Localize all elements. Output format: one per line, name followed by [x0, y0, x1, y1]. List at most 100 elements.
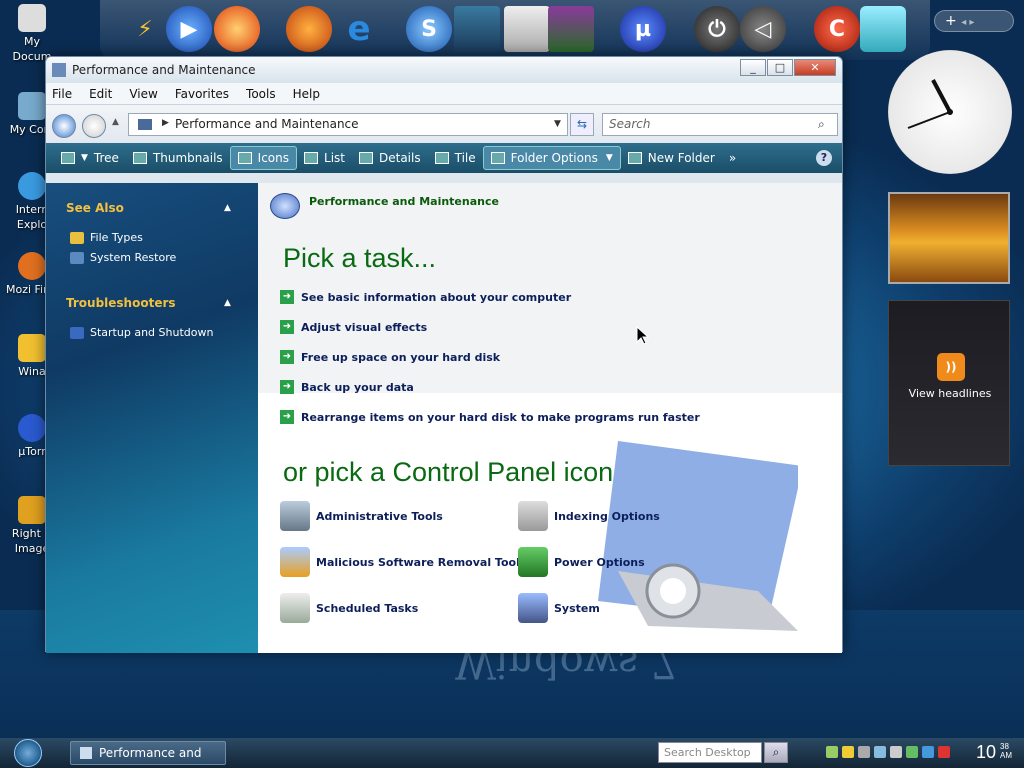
dropdown-icon[interactable]: ▼ [81, 153, 88, 163]
view-headlines-label[interactable]: View headlines [889, 387, 1011, 400]
desktop-search-button[interactable]: ⌕ [764, 742, 788, 763]
desktop-icon-documents[interactable]: My Docum [4, 4, 60, 64]
tree-button[interactable]: ▼ Tree [54, 146, 126, 170]
refresh-button[interactable]: ⇆ [570, 113, 594, 136]
recycle-bin-icon[interactable] [860, 6, 906, 52]
details-button[interactable]: Details [352, 146, 428, 170]
menu-tools[interactable]: Tools [246, 87, 276, 101]
utorrent-icon[interactable]: µ [620, 6, 666, 52]
task-link[interactable]: ➜ Back up your data [280, 380, 414, 394]
window-icon [52, 63, 66, 77]
taskbar-window-button[interactable]: Performance and Ma... [70, 741, 226, 765]
dock-bar: ⚡ ▶ e S µ ⏻ ◁ C [100, 0, 930, 60]
tray-skype-icon[interactable] [922, 746, 934, 758]
menu-favorites[interactable]: Favorites [175, 87, 229, 101]
computer-icon [18, 92, 46, 120]
malware-removal-icon [280, 547, 310, 577]
menu-bar: File Edit View Favorites Tools Help [46, 83, 842, 105]
see-also-file-types[interactable]: File Types [70, 231, 143, 244]
tray-volume-icon[interactable] [890, 746, 902, 758]
menu-edit[interactable]: Edit [89, 87, 112, 101]
address-dropdown-icon[interactable]: ▼ [554, 119, 561, 129]
task-link[interactable]: ➜ Adjust visual effects [280, 320, 427, 334]
forward-button[interactable] [82, 114, 106, 138]
cp-indexing-options[interactable]: Indexing Options [518, 501, 660, 531]
notepad-icon[interactable] [504, 6, 550, 52]
lightning-icon[interactable]: ⚡ [122, 6, 168, 52]
firefox-icon[interactable] [286, 6, 332, 52]
tile-button[interactable]: Tile [428, 146, 483, 170]
internet-explorer-icon[interactable]: e [336, 6, 382, 52]
menu-view[interactable]: View [129, 87, 157, 101]
icons-button[interactable]: Icons [229, 146, 298, 170]
mouse-cursor-icon [636, 326, 650, 345]
folder-options-button[interactable]: Folder Options ▼ [482, 146, 621, 170]
thumbnails-button[interactable]: Thumbnails [126, 146, 230, 170]
burn-icon[interactable] [214, 6, 260, 52]
tray-search-icon[interactable] [858, 746, 870, 758]
dropdown-icon[interactable]: ▼ [606, 153, 613, 163]
menu-help[interactable]: Help [293, 87, 320, 101]
title-bar[interactable]: Performance and Maintenance _ □ ✕ [46, 57, 842, 83]
cp-system[interactable]: System [518, 593, 600, 623]
category-title: Performance and Maintenance [309, 195, 499, 208]
arrow-icon: ➜ [280, 350, 294, 364]
taskbar: Performance and Ma... Search Desktop ⌕ 1… [0, 738, 1024, 768]
breadcrumb-arrow-icon[interactable]: ▶ [162, 118, 169, 128]
cp-malicious-software-tool[interactable]: Malicious Software Removal Tool [280, 547, 520, 577]
add-gadget-icon[interactable]: + [945, 13, 957, 29]
tray-network-icon[interactable] [826, 746, 838, 758]
new-folder-button[interactable]: New Folder [621, 146, 722, 170]
tree-icon [61, 152, 75, 164]
scheduled-tasks-icon [280, 593, 310, 623]
troubleshooters-heading[interactable]: Troubleshooters [66, 296, 176, 310]
list-button[interactable]: List [297, 146, 352, 170]
start-button[interactable] [14, 739, 42, 767]
sidebar-control[interactable]: + ◂ ▸ [934, 10, 1014, 32]
maximize-button[interactable]: □ [767, 59, 793, 76]
winrar-icon[interactable] [548, 6, 594, 52]
menu-file[interactable]: File [52, 87, 72, 101]
clock-hands-icon [907, 79, 953, 129]
help-icon[interactable]: ? [816, 150, 832, 166]
monitor-icon[interactable] [454, 6, 500, 52]
minimize-button[interactable]: _ [740, 59, 766, 76]
collapse-icon[interactable]: ▲ [224, 298, 231, 308]
clock-gadget [888, 50, 1012, 174]
back-icon[interactable]: ◁ [740, 6, 786, 52]
tray-close-icon[interactable] [938, 746, 950, 758]
desktop-search-input[interactable]: Search Desktop [658, 742, 762, 763]
tray-update-icon[interactable] [906, 746, 918, 758]
winamp-icon [18, 334, 46, 362]
see-also-heading[interactable]: See Also [66, 201, 124, 215]
collapse-icon[interactable]: ▲ [224, 203, 231, 213]
cp-label: System [554, 601, 600, 615]
search-input[interactable]: Search [602, 113, 838, 136]
explorer-window[interactable]: Performance and Maintenance _ □ ✕ File E… [45, 56, 843, 653]
ccleaner-icon[interactable]: C [814, 6, 860, 52]
taskbar-clock[interactable]: 10 38 AM [976, 742, 1012, 763]
cp-scheduled-tasks[interactable]: Scheduled Tasks [280, 593, 418, 623]
close-button[interactable]: ✕ [794, 59, 836, 76]
cp-power-options[interactable]: Power Options [518, 547, 645, 577]
cp-label: Scheduled Tasks [316, 601, 419, 615]
task-link[interactable]: ➜ Free up space on your hard disk [280, 350, 500, 364]
search-icon[interactable]: ⌕ [818, 117, 825, 132]
tray-monitor-icon[interactable] [874, 746, 886, 758]
skype-icon[interactable]: S [406, 6, 452, 52]
media-player-icon[interactable]: ▶ [166, 6, 212, 52]
address-field[interactable]: Performance and Maintenance [128, 113, 568, 136]
task-link[interactable]: ➜ See basic information about your comput… [280, 290, 571, 304]
power-icon[interactable]: ⏻ [694, 6, 740, 52]
new-folder-label: New Folder [647, 151, 715, 165]
tray-shield-icon[interactable] [842, 746, 854, 758]
troubleshooter-startup[interactable]: Startup and Shutdown [70, 326, 213, 339]
toolbar-overflow-button[interactable]: » [722, 146, 743, 170]
feed-headlines-gadget[interactable]: )) View headlines [888, 300, 1010, 466]
see-also-system-restore[interactable]: System Restore [70, 251, 176, 264]
cp-admin-tools[interactable]: Administrative Tools [280, 501, 443, 531]
thumbnails-label: Thumbnails [152, 151, 223, 165]
history-chevron-icon[interactable]: ▲ [112, 117, 119, 127]
sidebar-arrows-icon[interactable]: ◂ ▸ [961, 17, 974, 28]
back-button[interactable] [52, 114, 76, 138]
